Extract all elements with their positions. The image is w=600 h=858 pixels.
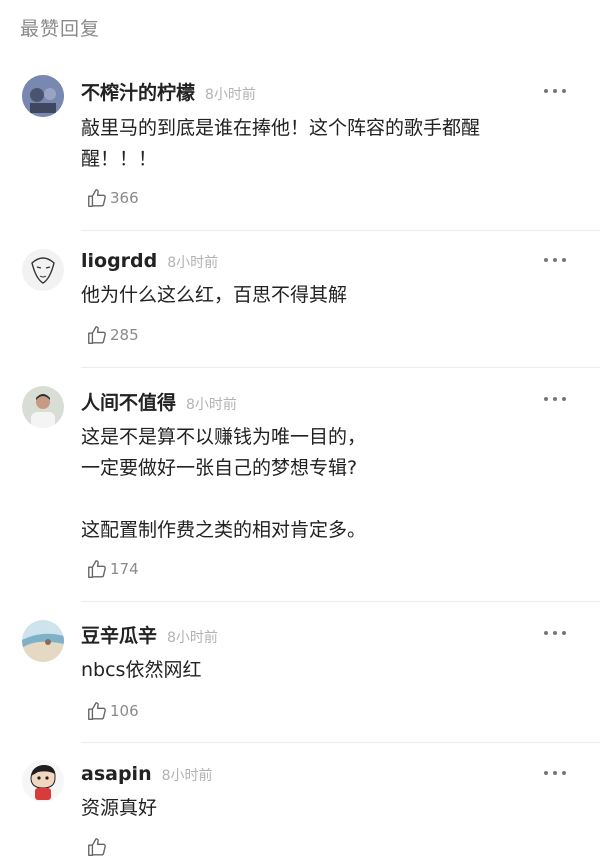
- like-button[interactable]: 285: [86, 324, 139, 346]
- username[interactable]: 不榨汁的柠檬 8小时前: [81, 78, 256, 105]
- thumbs-up-icon: [88, 838, 106, 856]
- timestamp: 8小时前: [186, 397, 237, 413]
- comment-text: 他为什么这么红，百思不得其解: [81, 284, 348, 306]
- timestamp: 8小时前: [167, 255, 219, 271]
- comment-text: 资源真好: [81, 797, 158, 819]
- more-dots-icon[interactable]: [544, 255, 568, 265]
- like-button[interactable]: 366: [86, 187, 139, 209]
- thumbs-up-icon: [88, 560, 106, 578]
- more-dots-icon[interactable]: [544, 768, 568, 778]
- comment-text: nbcs依然网红: [81, 659, 202, 681]
- like-count: 366: [110, 189, 139, 207]
- timestamp: 8小时前: [205, 87, 256, 103]
- avatar[interactable]: [22, 249, 64, 291]
- like-button[interactable]: 174: [86, 558, 139, 580]
- avatar[interactable]: [22, 386, 64, 428]
- comment-text: 这是不是算不以赚钱为唯一目的， 一定要做好一张自己的梦想专辑? 这配置制作费之类…: [81, 426, 367, 541]
- username[interactable]: asapin 8小时前: [81, 763, 213, 785]
- timestamp: 8小时前: [167, 630, 218, 646]
- more-dots-icon[interactable]: [544, 628, 568, 638]
- thumbs-up-icon: [88, 702, 106, 720]
- like-button[interactable]: [86, 836, 110, 858]
- divider: [81, 601, 600, 602]
- more-dots-icon[interactable]: [544, 86, 568, 96]
- like-button[interactable]: 106: [86, 700, 139, 722]
- divider: [81, 742, 600, 743]
- avatar[interactable]: [22, 620, 64, 662]
- avatar[interactable]: [22, 75, 64, 117]
- username[interactable]: 人间不值得 8小时前: [81, 388, 237, 415]
- like-count: 285: [110, 326, 139, 344]
- thumbs-up-icon: [88, 326, 106, 344]
- username[interactable]: liogrdd 8小时前: [81, 250, 218, 272]
- divider: [81, 230, 600, 231]
- avatar[interactable]: [22, 760, 64, 802]
- divider: [81, 367, 600, 368]
- more-dots-icon[interactable]: [544, 394, 568, 404]
- like-count: 174: [110, 560, 139, 578]
- timestamp: 8小时前: [161, 768, 213, 784]
- username[interactable]: 豆辛瓜辛 8小时前: [81, 621, 218, 648]
- like-count: 106: [110, 702, 139, 720]
- thumbs-up-icon: [88, 189, 106, 207]
- comment-text: 敲里马的到底是谁在捧他！这个阵容的歌手都醒醒！！！: [81, 117, 481, 170]
- section-title: 最赞回复: [20, 18, 101, 40]
